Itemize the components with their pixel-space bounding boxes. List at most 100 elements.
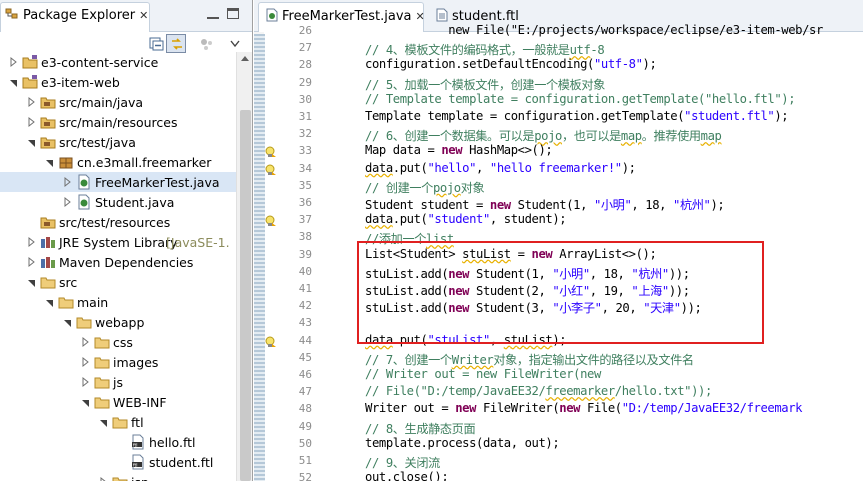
warning-lightbulb-icon[interactable]: [265, 164, 277, 176]
code-token: "杭州": [673, 198, 711, 212]
view-options-button[interactable]: [196, 34, 216, 53]
line-number: 30: [298, 92, 312, 106]
collapsed-arrow-icon[interactable]: [99, 476, 109, 481]
collapsed-arrow-icon[interactable]: [27, 116, 37, 128]
tree-item[interactable]: src/test/java: [0, 132, 236, 152]
view-menu-button[interactable]: [226, 34, 246, 53]
tree-item[interactable]: css: [0, 332, 236, 352]
expanded-arrow-icon[interactable]: [81, 396, 91, 408]
line-number: 28: [298, 58, 312, 72]
tree-item[interactable]: main: [0, 292, 236, 312]
expanded-arrow-icon[interactable]: [45, 156, 55, 168]
expanded-arrow-icon[interactable]: [27, 136, 37, 148]
code-token: Writer: [451, 352, 494, 367]
collapse-all-button[interactable]: [146, 34, 166, 53]
code-line: // Writer out = new FileWriter(new: [365, 367, 601, 381]
tree-item[interactable]: src/main/resources: [0, 112, 236, 132]
code-token: , student);: [489, 212, 567, 227]
package-explorer-tab-label: Package Explorer: [23, 8, 136, 23]
tree-item[interactable]: FreeMarkerTest.java: [0, 172, 236, 192]
tree-item[interactable]: WEB-INF: [0, 392, 236, 412]
collapsed-arrow-icon[interactable]: [27, 96, 37, 108]
code-token: data: [365, 212, 393, 227]
tree-item[interactable]: Student.java: [0, 192, 236, 212]
warning-lightbulb-icon[interactable]: [265, 215, 277, 227]
tree-item[interactable]: js: [0, 372, 236, 392]
ftl-file-icon: [436, 8, 448, 22]
tree-item[interactable]: Maven Dependencies: [0, 252, 236, 272]
tree-item[interactable]: src/test/resources: [0, 212, 236, 232]
link-with-editor-icon: [172, 38, 182, 50]
expanded-arrow-icon[interactable]: [99, 416, 109, 428]
tree-item-label: css: [113, 335, 133, 350]
close-icon[interactable]: ✕: [416, 10, 425, 23]
tree-item[interactable]: webapp: [0, 312, 236, 332]
collapsed-arrow-icon[interactable]: [9, 56, 19, 68]
code-token: freemarker: [545, 384, 615, 399]
folder-icon: [58, 294, 74, 310]
minimize-icon[interactable]: [207, 8, 219, 19]
tree-item[interactable]: e3-item-web: [0, 72, 236, 92]
tree-item-label: images: [113, 355, 159, 370]
folder-icon: [94, 374, 110, 390]
collapsed-arrow-icon[interactable]: [81, 376, 91, 388]
tree-item[interactable]: src/main/java: [0, 92, 236, 112]
tree-item[interactable]: src: [0, 272, 236, 292]
tree-item[interactable]: e3-content-service: [0, 52, 236, 72]
collapsed-arrow-icon[interactable]: [27, 256, 37, 268]
collapsed-arrow-icon[interactable]: [81, 336, 91, 348]
collapsed-arrow-icon[interactable]: [27, 236, 37, 248]
tree-item[interactable]: images: [0, 352, 236, 372]
code-token: ,: [476, 160, 490, 175]
collapsed-arrow-icon[interactable]: [81, 356, 91, 368]
link-with-editor-button[interactable]: [166, 34, 186, 53]
code-token: "hello freemarker!": [489, 160, 622, 175]
line-number-ruler: 26 27 28 29 30 31 32 33 34 35 36 37 38 39 40 41 42 43 44 45…: [277, 24, 314, 481]
tree-item[interactable]: JRE System Library [JavaSE-1.: [0, 232, 236, 252]
tree-item[interactable]: ftl: [0, 412, 236, 432]
library-icon: [40, 254, 56, 270]
code-token: new: [365, 23, 476, 37]
line-number: 50: [298, 436, 312, 450]
code-token: );: [642, 57, 657, 72]
expanded-arrow-icon[interactable]: [45, 296, 55, 308]
package-explorer-scrollbar[interactable]: [236, 52, 252, 481]
code-token: );: [710, 198, 725, 212]
code-token: 。推荐使用: [641, 129, 701, 144]
code-token: new: [455, 401, 476, 416]
code-line: // Template template = configuration.get…: [365, 92, 796, 106]
warning-lightbulb-icon[interactable]: [265, 146, 277, 158]
expanded-arrow-icon[interactable]: [27, 276, 37, 288]
tree-item[interactable]: jsp: [0, 472, 236, 481]
code-token: Student(1,: [510, 198, 594, 212]
svg-text:ftl: ftl: [133, 462, 138, 468]
tree-item[interactable]: ftl hello.ftl: [0, 432, 236, 452]
annotation-ruler[interactable]: [265, 32, 277, 481]
line-number: 34: [298, 161, 312, 175]
expanded-arrow-icon[interactable]: [9, 76, 19, 88]
code-line: // 7、创建一个Writer对象，指定输出文件的路径以及文件名: [365, 350, 694, 368]
tree-item[interactable]: cn.e3mall.freemarker: [0, 152, 236, 172]
collapsed-arrow-icon[interactable]: [63, 196, 73, 208]
source-folder-icon: [40, 114, 56, 130]
expanded-arrow-icon[interactable]: [63, 316, 73, 328]
scrollbar-thumb[interactable]: [240, 110, 251, 481]
tree-item-label: main: [77, 295, 109, 310]
collapsed-arrow-icon[interactable]: [63, 176, 73, 188]
library-icon: [40, 234, 56, 250]
line-number: 33: [298, 144, 312, 158]
warning-lightbulb-icon[interactable]: [265, 336, 277, 348]
code-token: new: [559, 401, 581, 416]
tree-item[interactable]: ftl student.ftl: [0, 452, 236, 472]
scroll-up-icon[interactable]: [241, 56, 249, 61]
code-token: Map data =: [365, 143, 442, 158]
chevron-down-icon: [230, 40, 240, 48]
code-token: pojo: [432, 180, 461, 195]
tree-item-label: Maven Dependencies: [59, 255, 194, 270]
code-token: map: [620, 129, 642, 144]
tree-item-label: WEB-INF: [113, 395, 167, 410]
maximize-icon[interactable]: [227, 8, 239, 19]
package-explorer-tab[interactable]: Package Explorer ✕: [0, 2, 150, 32]
code-token: new: [489, 198, 511, 212]
close-icon[interactable]: ✕: [139, 9, 148, 22]
